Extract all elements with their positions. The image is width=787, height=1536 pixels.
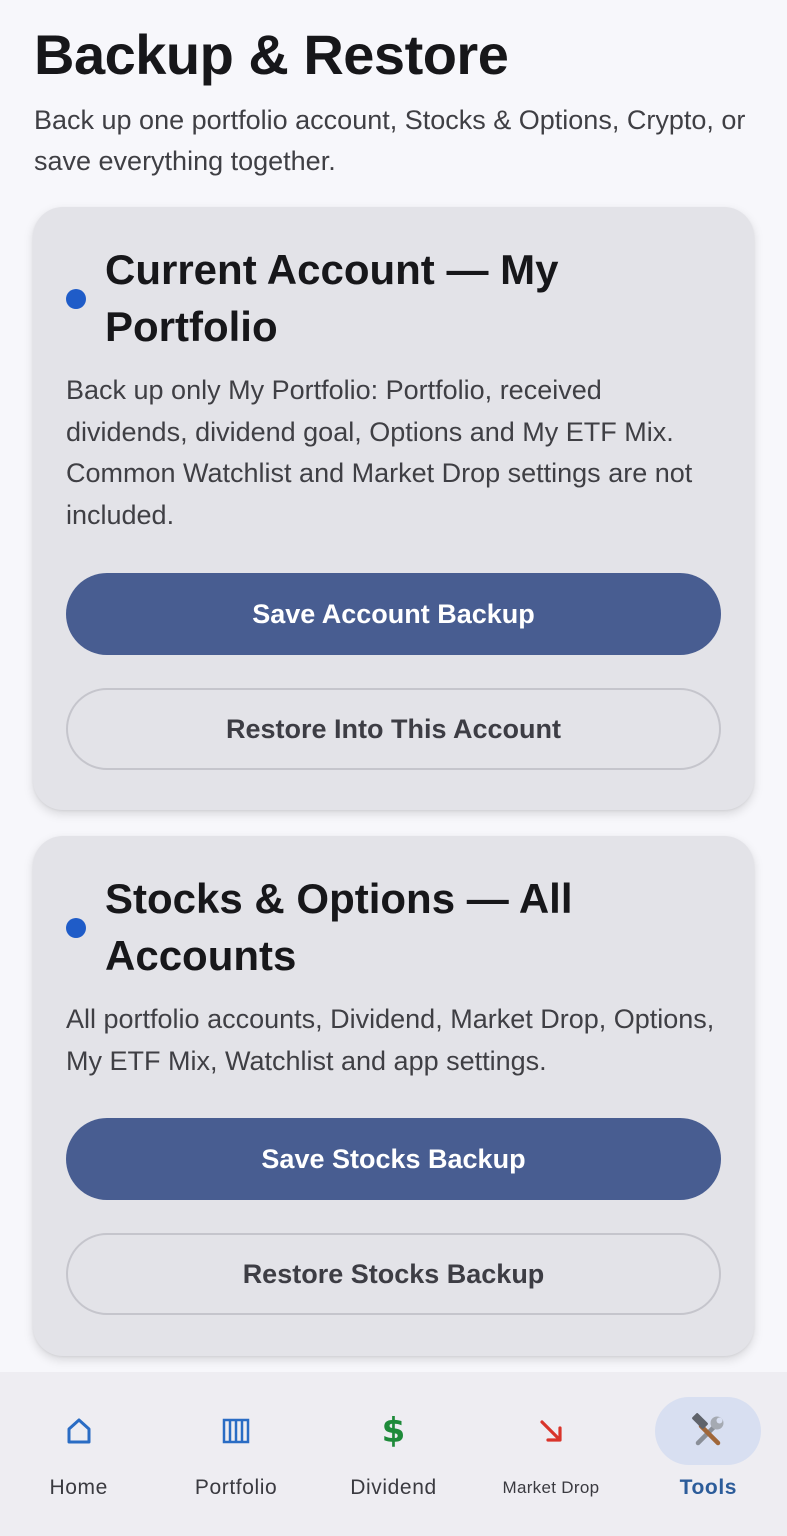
restore-into-account-button[interactable]: Restore Into This Account xyxy=(66,688,721,770)
dollar-icon: $ xyxy=(381,1411,406,1451)
nav-item-dividend[interactable]: $ Dividend xyxy=(315,1372,472,1536)
nav-label: Market Drop xyxy=(502,1478,600,1497)
current-account-card: Current Account — My Portfolio Back up o… xyxy=(33,207,754,810)
nav-icon-container xyxy=(498,1397,604,1465)
card-title: Current Account — My Portfolio xyxy=(105,246,559,350)
stocks-options-card: Stocks & Options — All Accounts All port… xyxy=(33,836,754,1356)
nav-icon-container xyxy=(26,1397,132,1465)
nav-label: Dividend xyxy=(350,1476,437,1499)
nav-label: Portfolio xyxy=(194,1476,278,1499)
nav-label: Home xyxy=(49,1476,108,1499)
card-title: Stocks & Options — All Accounts xyxy=(105,875,573,979)
page-subtitle: Back up one portfolio account, Stocks & … xyxy=(34,105,746,176)
arrow-down-right-icon xyxy=(540,1420,562,1442)
nav-item-market-drop[interactable]: Market Drop xyxy=(472,1372,629,1536)
card-header: Stocks & Options — All Accounts xyxy=(66,870,665,984)
card-description: All portfolio accounts, Dividend, Market… xyxy=(66,1004,715,1076)
save-account-backup-button[interactable]: Save Account Backup xyxy=(66,573,721,655)
card-header: Current Account — My Portfolio xyxy=(66,241,665,355)
nav-icon-container: $ xyxy=(341,1397,447,1465)
card-description: Back up only My Portfolio: Portfolio, re… xyxy=(66,375,693,530)
bottom-nav: Home Portfolio $ Dividend Market Drop To… xyxy=(0,1372,787,1536)
nav-item-home[interactable]: Home xyxy=(0,1372,157,1536)
bullet-dot-icon xyxy=(66,289,86,309)
bullet-dot-icon xyxy=(66,918,86,938)
backup-restore-screen: Backup & Restore Back up one portfolio a… xyxy=(0,0,787,1536)
hammer-wrench-icon xyxy=(692,1413,724,1446)
save-stocks-backup-button[interactable]: Save Stocks Backup xyxy=(66,1118,721,1200)
nav-icon-container xyxy=(183,1397,289,1465)
nav-item-tools[interactable]: Tools xyxy=(630,1372,787,1536)
nav-label: Tools xyxy=(679,1476,738,1499)
columns-icon xyxy=(222,1418,250,1444)
restore-stocks-backup-button[interactable]: Restore Stocks Backup xyxy=(66,1233,721,1315)
nav-item-portfolio[interactable]: Portfolio xyxy=(157,1372,314,1536)
home-icon xyxy=(67,1418,91,1444)
page-title: Backup & Restore xyxy=(34,23,509,86)
nav-icon-container xyxy=(655,1397,762,1465)
